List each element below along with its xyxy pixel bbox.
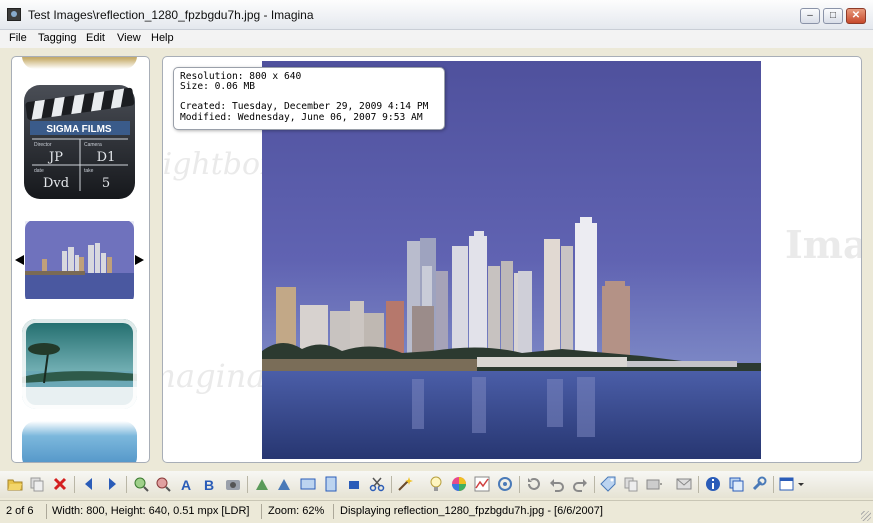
toolbar: A B	[0, 471, 873, 498]
app-icon[interactable]	[7, 8, 21, 21]
close-button[interactable]: ✕	[846, 8, 866, 24]
tag-icon[interactable]	[600, 476, 616, 492]
color-wheel-icon[interactable]	[451, 476, 467, 492]
watermark-left: lightbox	[162, 147, 277, 182]
svg-text:Camera: Camera	[84, 142, 102, 148]
text-b-icon[interactable]: B	[201, 476, 217, 492]
next-icon[interactable]	[104, 476, 120, 492]
chevron-down-icon[interactable]	[797, 476, 805, 492]
svg-text:Director: Director	[34, 142, 52, 148]
selection-left-marker-icon	[15, 255, 24, 265]
city-thumbnail-image	[22, 217, 137, 307]
text-a-icon[interactable]: A	[178, 476, 194, 492]
watermark-left-brand: Imagina	[163, 357, 266, 395]
fit-width-icon[interactable]	[300, 476, 316, 492]
mail-icon[interactable]	[676, 476, 692, 492]
toolbar-separator	[594, 476, 595, 493]
rotate-icon[interactable]	[526, 476, 542, 492]
toolbar-separator	[698, 476, 699, 493]
status-divider	[333, 504, 334, 519]
effects-icon[interactable]	[497, 476, 513, 492]
lightbulb-icon[interactable]	[428, 476, 444, 492]
status-position: 2 of 6	[6, 505, 34, 517]
info-modified: Modified: Wednesday, June 06, 2007 9:53 …	[180, 111, 423, 123]
delete-icon[interactable]	[52, 476, 68, 492]
copy-icon[interactable]	[29, 476, 45, 492]
menu-bar: File Tagging Edit View Help	[0, 30, 873, 48]
resize-grip[interactable]	[861, 511, 871, 521]
clapperboard-image: SIGMA FILMS Director Camera date take JP…	[24, 85, 135, 199]
svg-text:D1: D1	[97, 150, 116, 165]
camera-icon[interactable]	[225, 476, 241, 492]
info-size: Size: 0.06 MB	[180, 81, 256, 93]
flip-horizontal-icon[interactable]	[254, 476, 270, 492]
menu-view[interactable]: View	[117, 32, 141, 44]
redo-icon[interactable]	[572, 476, 588, 492]
status-divider	[46, 504, 47, 519]
svg-text:5: 5	[102, 176, 110, 191]
slideshow-icon[interactable]	[646, 476, 662, 492]
image-info-popup: Resolution: 800 x 640 Size: 0.06 MB Crea…	[173, 67, 445, 130]
toolbar-separator	[126, 476, 127, 493]
svg-text:take: take	[84, 168, 94, 174]
zoom-out-icon[interactable]	[155, 476, 171, 492]
maximize-button[interactable]: □	[823, 8, 843, 24]
thumbnail-partial-top[interactable]	[22, 57, 137, 69]
menu-file[interactable]: File	[9, 32, 27, 44]
watermark-right: Imagina	[785, 222, 862, 267]
status-divider	[261, 504, 262, 519]
magic-wand-icon[interactable]	[397, 476, 413, 492]
svg-text:date: date	[34, 168, 44, 174]
copy-page-icon[interactable]	[623, 476, 639, 492]
svg-text:A: A	[181, 477, 191, 492]
toolbar-separator	[74, 476, 75, 493]
selection-right-marker-icon	[135, 255, 144, 265]
zoom-in-icon[interactable]	[133, 476, 149, 492]
svg-text:Dvd: Dvd	[43, 176, 69, 191]
svg-text:JP: JP	[47, 150, 63, 165]
status-zoom: Zoom: 62%	[268, 505, 325, 517]
toolbar-separator	[391, 476, 392, 493]
menu-tagging[interactable]: Tagging	[38, 32, 77, 44]
previous-icon[interactable]	[81, 476, 97, 492]
beach-thumbnail-image	[22, 319, 137, 409]
thumbnail-clapperboard[interactable]: SIGMA FILMS Director Camera date take JP…	[22, 83, 137, 201]
histogram-icon[interactable]	[474, 476, 490, 492]
menu-edit[interactable]: Edit	[86, 32, 105, 44]
flip-vertical-icon[interactable]	[276, 476, 292, 492]
toolbar-separator	[773, 476, 774, 493]
info-icon[interactable]	[705, 476, 721, 492]
thumbnail-beach[interactable]	[22, 319, 137, 409]
settings-wrench-icon[interactable]	[751, 476, 767, 492]
minimize-button[interactable]: –	[800, 8, 820, 24]
actual-size-icon[interactable]	[346, 476, 362, 492]
crop-icon[interactable]	[369, 476, 385, 492]
thumbnail-strip[interactable]: SIGMA FILMS Director Camera date take JP…	[11, 56, 150, 463]
menu-help[interactable]: Help	[151, 32, 174, 44]
window-title: Test Images\reflection_1280_fpzbgdu7h.jp…	[28, 8, 314, 22]
open-folder-icon[interactable]	[7, 476, 23, 492]
status-bar: 2 of 6 Width: 800, Height: 640, 0.51 mpx…	[0, 500, 873, 523]
toolbar-separator	[247, 476, 248, 493]
thumbnail-partial-bottom[interactable]	[22, 421, 137, 462]
toolbar-separator	[519, 476, 520, 493]
clapper-brand: SIGMA FILMS	[46, 124, 112, 135]
undo-icon[interactable]	[549, 476, 565, 492]
properties-icon[interactable]	[728, 476, 744, 492]
thumbnail-city-selected[interactable]	[22, 217, 137, 307]
status-dimensions: Width: 800, Height: 640, 0.51 mpx [LDR]	[52, 505, 250, 517]
svg-text:B: B	[204, 477, 214, 492]
status-message: Displaying reflection_1280_fpzbgdu7h.jpg…	[340, 505, 603, 517]
title-bar[interactable]: Test Images\reflection_1280_fpzbgdu7h.jp…	[0, 0, 873, 30]
window-layout-icon[interactable]	[779, 476, 795, 492]
fit-height-icon[interactable]	[323, 476, 339, 492]
